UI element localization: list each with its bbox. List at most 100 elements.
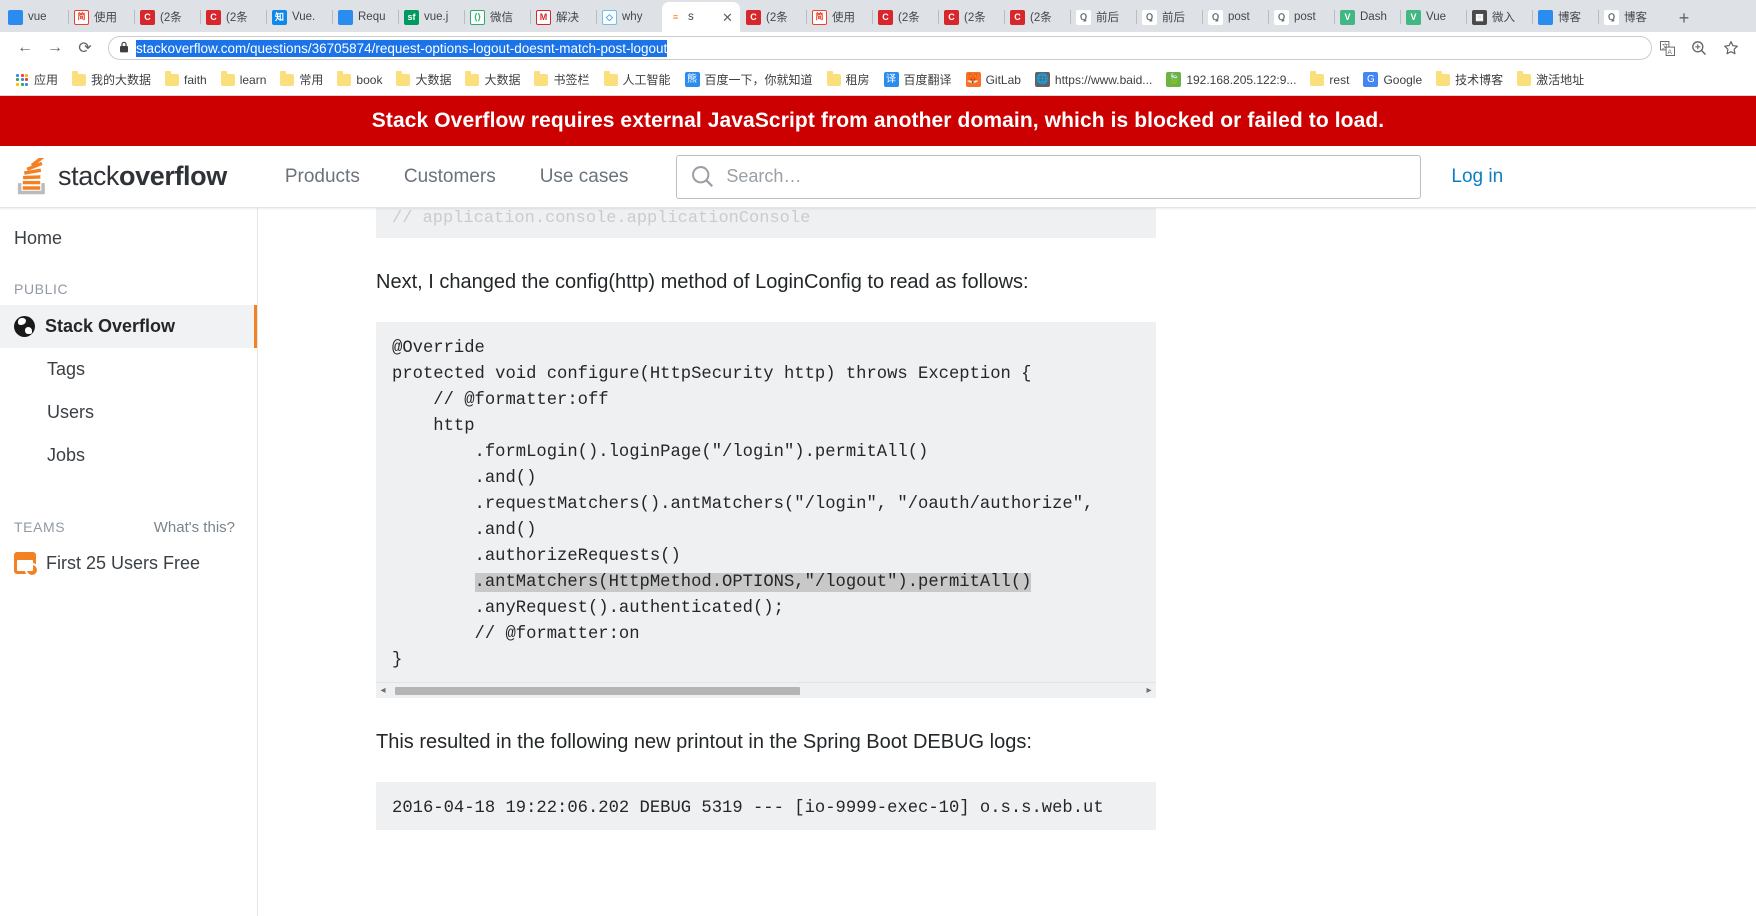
browser-tab[interactable]: Ꝗ 前后 [1070,2,1136,32]
sidebar-item-jobs[interactable]: Jobs [0,434,257,477]
bookmark-item[interactable]: 🌐 https://www.baid... [1028,69,1159,90]
scroll-left-arrow-icon[interactable]: ◂ [376,685,390,696]
whats-this-link[interactable]: What's this? [154,519,235,536]
reload-icon[interactable]: ⟳ [70,35,100,61]
bookmark-item[interactable]: 激活地址 [1510,68,1591,91]
folder-icon [220,71,235,86]
csdn-favicon: C [1010,9,1025,25]
svg-text:A: A [1667,49,1672,56]
browser-tab[interactable]: M 解决 [530,2,596,32]
sidebar-item-tags[interactable]: Tags [0,348,257,391]
sidebar-heading-public-label: PUBLIC [14,281,69,297]
scrollbar-thumb[interactable] [395,686,800,695]
bookmark-item[interactable]: 技术博客 [1429,68,1510,91]
address-bar[interactable]: stackoverflow.com/questions/36705874/req… [108,36,1652,60]
new-tab-button[interactable]: + [1670,4,1698,32]
bookmark-item[interactable]: 常用 [273,68,330,91]
bookmark-item[interactable]: learn [214,70,274,90]
code-block-config-text: @Override protected void configure(HttpS… [376,336,1156,682]
browser-tab[interactable]: ▦ 微入 [1466,2,1532,32]
folder-icon [396,71,411,86]
browser-tab[interactable]: V Vue [1400,2,1466,32]
code-block-config: @Override protected void configure(HttpS… [376,322,1156,698]
browser-tab[interactable]: 简使用 [68,2,134,32]
sidebar-item-users[interactable]: Users [0,391,257,434]
browser-tab[interactable]: C (2条 [938,2,1004,32]
browser-tab[interactable]: C (2条 [1004,2,1070,32]
bookmark-item[interactable]: 人工智能 [597,68,678,91]
browser-tab[interactable]: V Dash [1334,2,1400,32]
bookmark-label: book [356,72,383,87]
browser-tab[interactable]: C (2条 [872,2,938,32]
bookmark-item[interactable]: 应用 [8,68,65,91]
tab-title: 前后 [1162,12,1185,24]
tab-title: Vue. [292,11,316,23]
tab-title: 解决 [556,12,579,24]
nav-customers[interactable]: Customers [382,156,518,198]
sidebar-heading-teams: TEAMS What's this? [0,477,257,544]
bookmark-item[interactable]: 书签栏 [527,68,596,91]
nav-use-cases[interactable]: Use cases [518,156,651,198]
browser-tab[interactable]: Ꝗ 前后 [1136,2,1202,32]
stackoverflow-logo[interactable]: stackoverflow [14,157,227,196]
browser-tab[interactable]: 简使用 [806,2,872,32]
nav-products[interactable]: Products [263,156,382,198]
bookmark-label: faith [184,72,207,87]
browser-tab[interactable]: C (2条 [200,2,266,32]
browser-tab[interactable]: Ꝗpost [1202,2,1268,32]
folder-icon [280,71,295,86]
tab-title: vue.j [424,11,449,23]
scrollbar-track[interactable] [390,686,1142,696]
baidu-favicon [1538,9,1553,25]
translate-icon[interactable]: 文 A [1652,35,1682,61]
bookmark-item[interactable]: rest [1303,70,1356,90]
bookmark-item[interactable]: 译百度翻译 [877,68,959,91]
browser-tab[interactable]: Ꝗpost [1268,2,1334,32]
paragraph-next-changed-config: Next, I changed the config(http) method … [376,271,1029,293]
scroll-right-arrow-icon[interactable]: ▸ [1142,685,1156,696]
bookmark-item[interactable]: book [330,70,389,90]
bookmark-item[interactable]: 🍃 192.168.205.122:9... [1159,69,1303,90]
tab-title: Requ [358,11,386,23]
bookmark-item[interactable]: 大数据 [458,68,527,91]
search-input[interactable]: Search… [676,154,1422,199]
browser-tab[interactable]: Ꝗ 博客 [1598,2,1664,32]
sidebar-item-first-25-users-free[interactable]: First 25 Users Free [0,544,257,582]
browser-tab[interactable]: sf vue.j [398,2,464,32]
url-text[interactable]: stackoverflow.com/questions/36705874/req… [136,39,668,57]
sidebar-heading-teams-label: TEAMS [14,519,66,535]
bookmark-item[interactable]: 租房 [820,68,877,91]
bookmark-label: GitLab [985,72,1021,87]
bookmark-item[interactable]: 🦊 GitLab [959,69,1028,90]
folder-icon [465,71,480,86]
browser-tab[interactable]: C (2条 [134,2,200,32]
browser-tab[interactable]: Requ [332,2,398,32]
browser-tab[interactable]: 博客 [1532,2,1598,32]
browser-tab[interactable]: ◇ why [596,2,662,32]
bookmark-label: 百度翻译 [903,73,952,87]
forward-icon[interactable]: → [40,35,70,61]
bookmark-label: 租房 [845,73,870,87]
sidebar-item-home[interactable]: Home [0,218,257,259]
bookmark-item[interactable]: 我的大数据 [65,68,158,91]
bookmark-item[interactable]: 大数据 [389,68,458,91]
back-icon[interactable]: ← [10,35,40,61]
zoom-icon[interactable] [1684,35,1714,61]
browser-tab[interactable]: C (2条 [740,2,806,32]
browser-tab[interactable]: ⟨⟩ 微信 [464,2,530,32]
bookmark-item[interactable]: 熊百度一下，你就知道 [678,68,820,91]
close-icon[interactable]: ✕ [722,11,734,24]
code-horizontal-scrollbar[interactable]: ◂ ▸ [376,682,1156,698]
sidebar-item-stack-overflow[interactable]: Stack Overflow [0,305,257,348]
bookmark-star-icon[interactable] [1716,35,1746,61]
bookmark-item[interactable]: faith [158,70,214,90]
bookmark-label: 192.168.205.122:9... [1186,72,1297,87]
login-link[interactable]: Log in [1451,166,1503,188]
browser-tab[interactable]: 知 Vue. [266,2,332,32]
baidu-favicon [8,9,23,25]
csdn-favicon: C [206,9,221,25]
browser-tab[interactable]: vue [2,2,68,32]
browser-tab[interactable]: ≡ s ✕ [662,2,740,32]
bookmark-item[interactable]: G Google [1356,69,1429,90]
tab-title: (2条 [1030,12,1052,24]
